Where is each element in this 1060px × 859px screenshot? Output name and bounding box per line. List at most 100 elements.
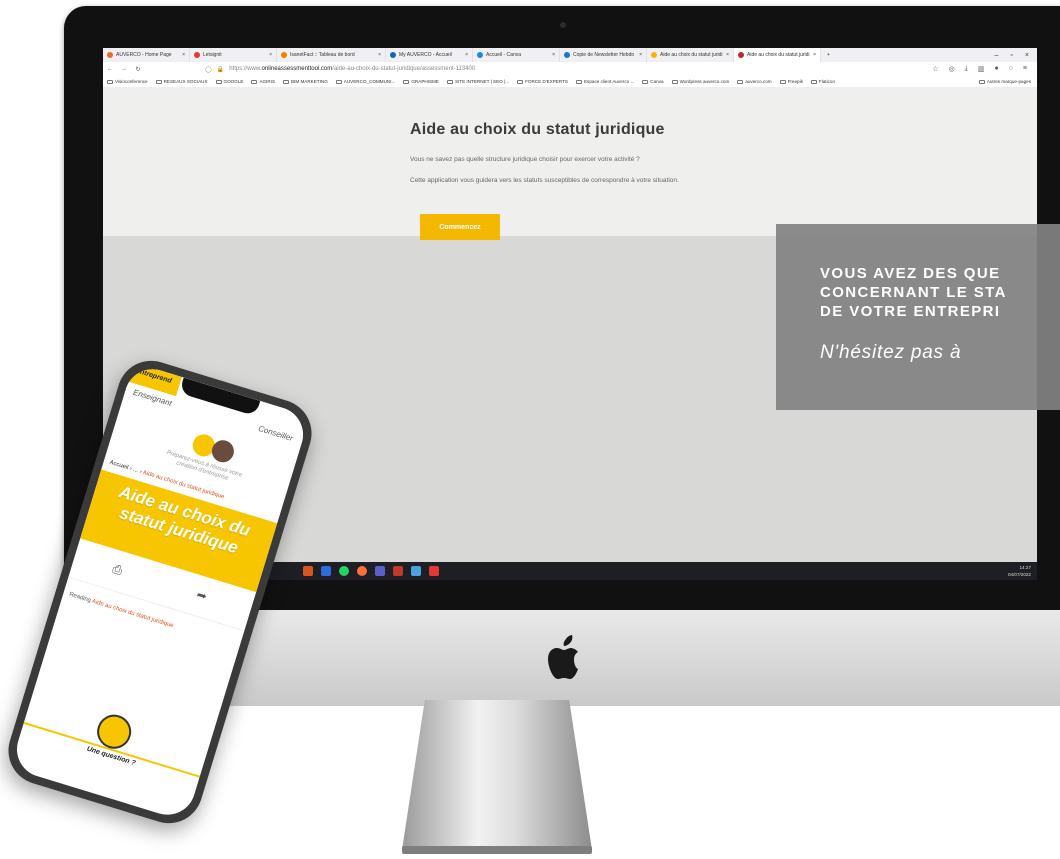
intro-description: Cette application vous guidera vers les …	[410, 177, 679, 184]
browser-toolbar-icons: ☆ ◎ ⤓ ▥ ● ○ ≡	[932, 65, 1037, 73]
app-icon[interactable]	[411, 566, 421, 576]
browser-tab-label: Aide au choix du statut juridi	[747, 52, 810, 58]
bookmark-label: auverco.com	[745, 79, 772, 84]
clock-time: 14:27	[1019, 565, 1032, 570]
star-icon[interactable]: ☆	[932, 65, 938, 73]
bookmark-label: FORCE D'EXPERTS	[525, 79, 568, 84]
bookmark-label: Flaticon	[818, 79, 836, 84]
teams-icon[interactable]	[375, 566, 385, 576]
bookmark-item[interactable]: Wordpress auverco.com	[671, 79, 730, 84]
browser-tab[interactable]: Copie de Newsletter Hebdo ×	[560, 48, 647, 62]
extension-icon[interactable]: ●	[994, 65, 998, 73]
close-tab-icon[interactable]: ×	[552, 52, 555, 58]
restore-icon[interactable]: ▫	[1010, 52, 1012, 59]
close-tab-icon[interactable]: ×	[639, 52, 642, 58]
close-tab-icon[interactable]: ×	[813, 52, 816, 58]
bookmark-item[interactable]: AUVERCO_COMMUNI...	[335, 79, 396, 84]
promo-title: VOUS AVEZ DES QUE CONCERNANT LE STA DE V…	[820, 264, 1060, 321]
bookmark-item[interactable]: FORCE D'EXPERTS	[517, 79, 568, 84]
imac-stand-base	[402, 846, 592, 854]
folder-icon	[575, 79, 582, 84]
menu-icon[interactable]: ≡	[1023, 65, 1027, 73]
app-icon[interactable]	[393, 566, 403, 576]
print-icon[interactable]: ⎙	[111, 561, 124, 578]
bookmark-item[interactable]: Canva	[642, 79, 664, 84]
whatsapp-icon[interactable]	[339, 566, 349, 576]
folder-icon	[335, 79, 342, 84]
bookmark-item[interactable]: GOOGLE	[215, 79, 244, 84]
bookmark-label: AGIRIS	[259, 79, 276, 84]
system-clock: 14:27 04/07/2022	[1008, 564, 1031, 578]
browser-tab[interactable]: My AUVERCO - Accueil ×	[386, 48, 473, 62]
bookmark-label: AUVERCO_COMMUNI...	[343, 79, 396, 84]
close-tab-icon[interactable]: ×	[269, 52, 272, 58]
close-tab-icon[interactable]: ×	[182, 52, 185, 58]
forward-icon[interactable]: →	[117, 66, 131, 72]
folder-icon	[978, 79, 985, 84]
browser-tab[interactable]: Letsignit ×	[190, 48, 277, 62]
shield-icon: ◯	[205, 66, 212, 73]
bookmark-label: RESEAUX SOCIAUX	[163, 79, 208, 84]
promo-subtitle: N'hésitez pas à	[820, 342, 962, 363]
bookmark-item[interactable]: Espace client Auverco ...	[575, 79, 634, 84]
promo-line: DE VOTRE ENTREPRI	[820, 303, 1001, 320]
bookmark-item[interactable]: auverco.com	[737, 79, 772, 84]
folder-icon	[251, 79, 258, 84]
folder-icon	[810, 79, 817, 84]
favicon-icon	[477, 52, 483, 58]
bookmark-item[interactable]: GRAPHISME	[403, 79, 439, 84]
bookmark-label: Canva	[650, 79, 664, 84]
reload-icon[interactable]: ↻	[131, 66, 145, 73]
bookmark-item[interactable]: Freepik	[779, 79, 803, 84]
browser-tab-label: Accueil - Canva	[486, 52, 522, 58]
imac-stand	[402, 700, 592, 850]
address-bar[interactable]: ◯ 🔒 https://www.onlineassessmenttool.com…	[205, 66, 475, 73]
app-icon[interactable]	[429, 566, 439, 576]
bookmark-item[interactable]: RESEAUX SOCIAUX	[155, 79, 208, 84]
start-button[interactable]: Commencez	[420, 214, 500, 240]
browser-tab[interactable]: Accueil - Canva ×	[473, 48, 560, 62]
app-icon[interactable]	[303, 566, 313, 576]
bookmark-item[interactable]: SITE INTERNET | SEO |...	[446, 79, 510, 84]
bookmark-item[interactable]: Visioconference	[107, 79, 148, 84]
account-icon[interactable]: ○	[1009, 65, 1013, 73]
close-tab-icon[interactable]: ×	[726, 52, 729, 58]
back-icon[interactable]: ←	[103, 66, 117, 72]
browser-tab[interactable]: Aide au choix du statut juridi ×	[734, 48, 821, 62]
library-icon[interactable]: ▥	[978, 65, 985, 73]
download-icon[interactable]: ⤓	[965, 65, 968, 73]
camera-icon	[560, 22, 566, 28]
browser-tab-label: Letsignit	[203, 52, 222, 58]
bookmark-label: Wordpress auverco.com	[679, 79, 730, 84]
bookmark-label: GRAPHISME	[411, 79, 439, 84]
browser-tab[interactable]: AUVERCO - Home Page ×	[103, 48, 190, 62]
pocket-icon[interactable]: ◎	[949, 65, 955, 73]
close-window-icon[interactable]: ×	[1025, 52, 1029, 59]
breadcrumb-home[interactable]: Accueil	[109, 460, 129, 471]
browser-tab[interactable]: Aide au choix du statut juridi ×	[647, 48, 734, 62]
new-tab-icon[interactable]: +	[821, 52, 836, 58]
breadcrumb-separator: › ... ›	[128, 465, 143, 476]
bookmark-item[interactable]: BIM MARKETING	[283, 79, 328, 84]
bookmark-label: BIM MARKETING	[291, 79, 328, 84]
reading-prefix: Reading	[68, 591, 92, 604]
bookmark-label: SITE INTERNET | SEO |...	[454, 79, 510, 84]
firefox-icon[interactable]	[357, 566, 367, 576]
share-icon[interactable]: ➦	[195, 587, 209, 603]
close-tab-icon[interactable]: ×	[465, 52, 468, 58]
app-icon[interactable]	[321, 566, 331, 576]
favicon-icon	[107, 52, 113, 58]
minimize-icon[interactable]: –	[995, 52, 999, 59]
close-tab-icon[interactable]: ×	[378, 52, 381, 58]
browser-tab-label: Copie de Newsletter Hebdo	[573, 52, 635, 58]
other-bookmarks[interactable]: Autres marque-pages	[978, 79, 1037, 84]
folder-icon	[155, 79, 162, 84]
apple-logo-icon	[548, 635, 578, 679]
bookmark-label: GOOGLE	[223, 79, 244, 84]
bookmark-label: Visioconference	[115, 79, 148, 84]
folder-icon	[517, 79, 524, 84]
browser-tab[interactable]: IsanetFact :: Tableau de bord ×	[277, 48, 386, 62]
bookmark-item[interactable]: AGIRIS	[251, 79, 275, 84]
bookmark-item[interactable]: Flaticon	[810, 79, 836, 84]
folder-icon	[283, 79, 290, 84]
